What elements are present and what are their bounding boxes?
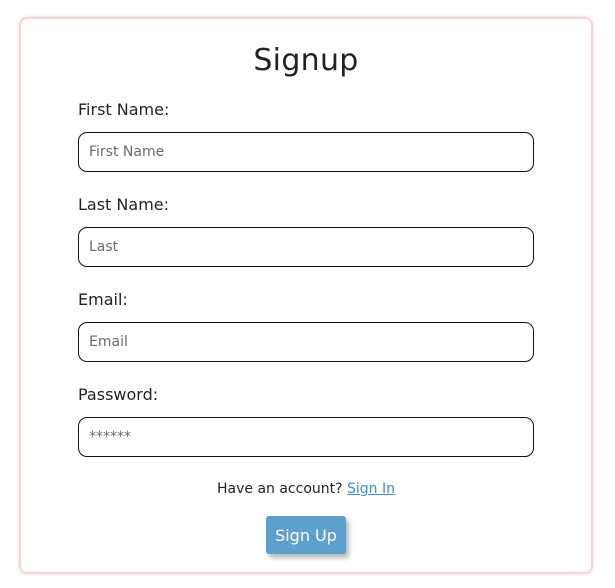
sign-up-button[interactable]: Sign Up [266,516,346,554]
account-prompt-line: Have an account? Sign In [21,479,591,499]
email-label: Email: [78,290,128,309]
sign-in-link[interactable]: Sign In [347,481,395,497]
email-field[interactable] [78,322,534,362]
password-label: Password: [78,385,159,404]
last-name-label: Last Name: [78,195,170,214]
account-prompt-text: Have an account? [216,481,343,497]
first-name-field[interactable] [78,132,534,172]
first-name-label: First Name: [78,100,170,119]
page-title: Signup [253,43,359,78]
last-name-field[interactable] [78,227,534,267]
password-field[interactable] [78,417,534,457]
signup-card: Signup First Name: Last Name: Email: Pas… [19,17,593,574]
